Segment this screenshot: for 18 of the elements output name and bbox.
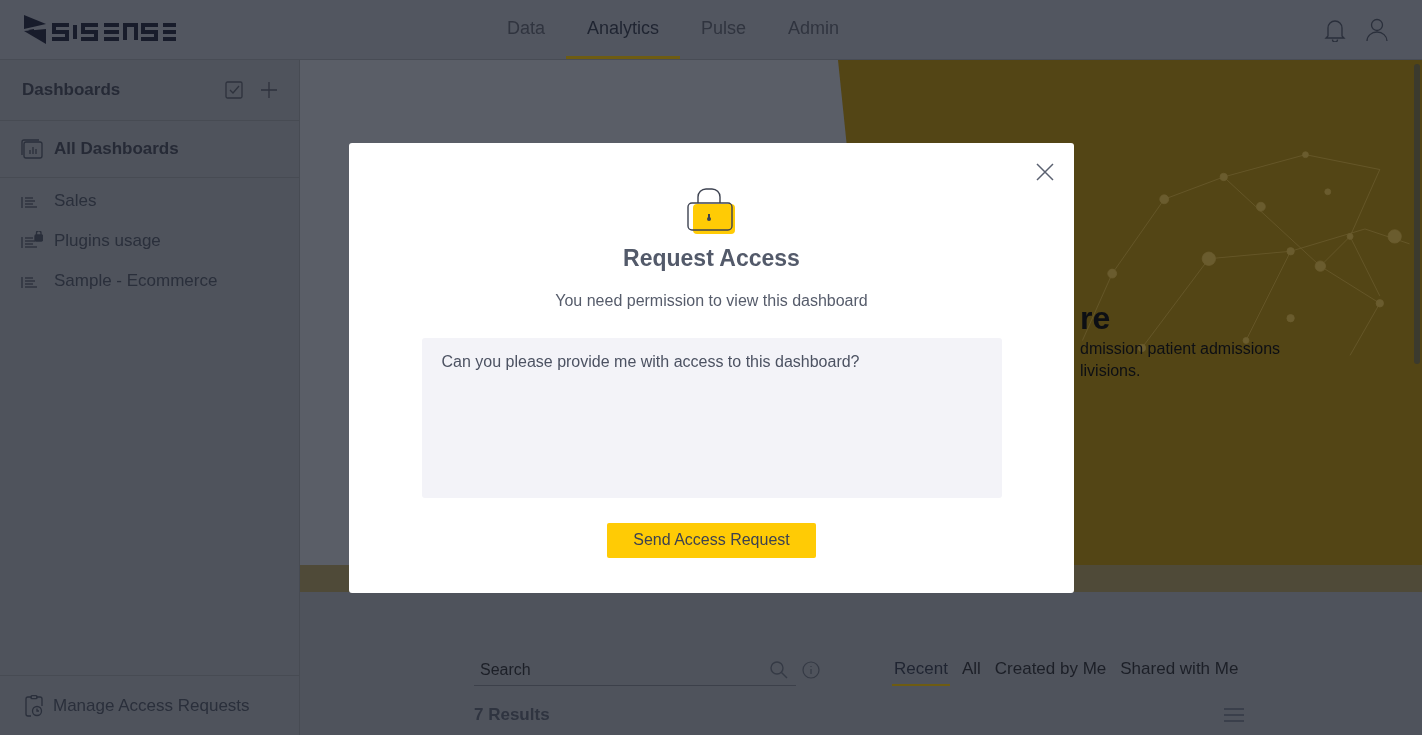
clipboard-clock-icon	[25, 694, 43, 717]
checkbox-icon[interactable]	[225, 81, 243, 99]
add-icon[interactable]	[261, 82, 277, 98]
search-icon[interactable]	[770, 661, 788, 679]
logo-icon	[24, 14, 176, 45]
scrollbar[interactable]	[1414, 64, 1420, 364]
message-field[interactable]: Can you please provide me with access to this dashboard?	[421, 337, 1002, 498]
hero-text: livisions.	[1080, 361, 1142, 381]
close-icon[interactable]	[1036, 163, 1054, 181]
bell-icon[interactable]	[1324, 17, 1346, 42]
hero-text: dmission patient admissions	[1080, 339, 1282, 359]
send-request-button[interactable]: Send Access Request	[607, 522, 816, 558]
hero-title: re	[1080, 299, 1112, 338]
dialog-subtitle: You need permission to view this dashboard	[555, 290, 868, 311]
dialog-title: Request Access	[623, 244, 800, 273]
info-icon[interactable]	[802, 661, 820, 679]
padlock-icon	[686, 187, 737, 235]
user-icon[interactable]	[1366, 17, 1388, 42]
